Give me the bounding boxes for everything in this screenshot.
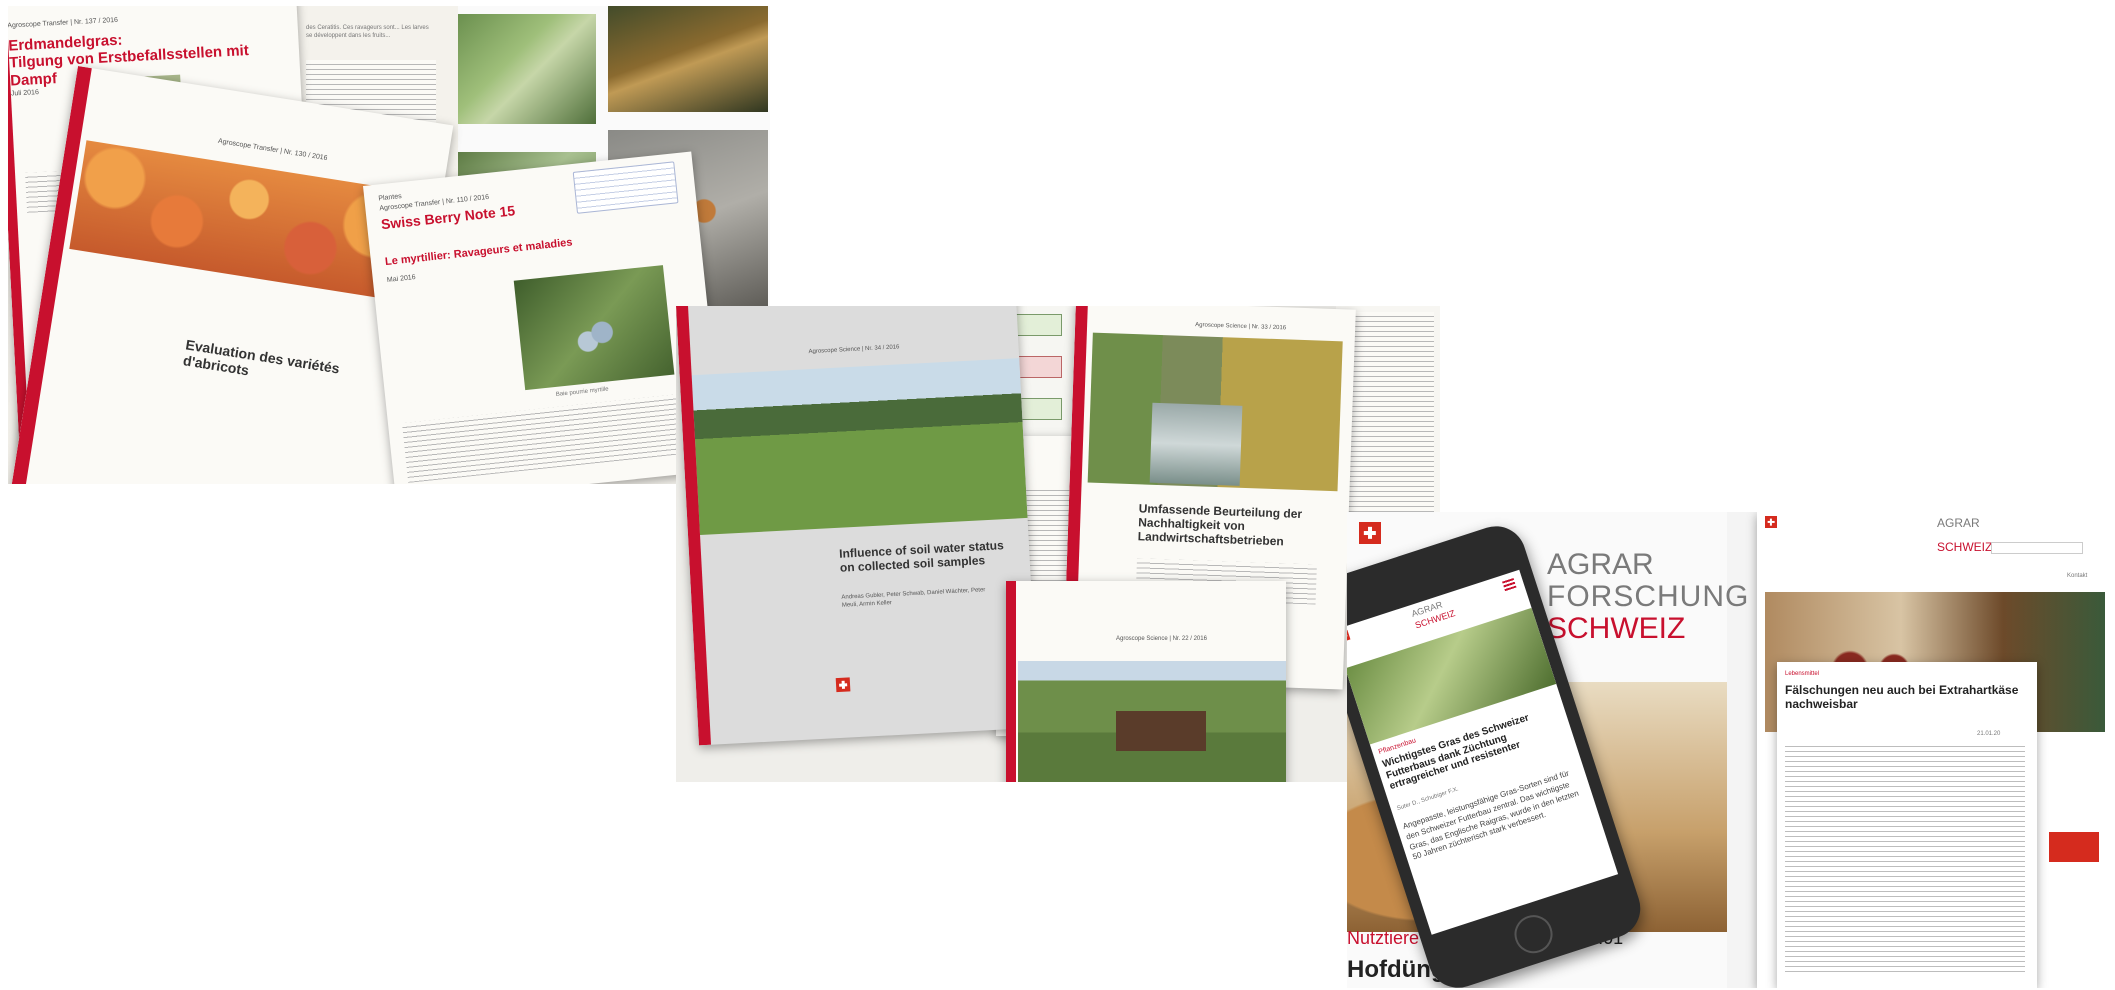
website-collage: AGRAR FORSCHUNG SCHWEIZ Nutztiere | Schl… — [1347, 512, 2109, 988]
brochure-collage-2: Agroscope Science | Nr. 33 / 2016 Umfass… — [676, 306, 1440, 782]
swiss-flag-icon — [1347, 629, 1351, 643]
article-body — [1785, 742, 2025, 972]
desktop-search-input[interactable] — [1991, 542, 2083, 554]
red-side-bar — [1006, 581, 1016, 782]
brochure-title: Umfassende Beurteilung der Nachhaltigkei… — [1137, 501, 1303, 548]
article-date: 21.01.20 — [1977, 731, 2001, 737]
brochure-subtitle: Le myrtillier: Ravageurs et maladies — [384, 236, 573, 269]
article-headline[interactable]: Fälschungen neu auch bei Extrahartkäse n… — [1785, 683, 2025, 712]
agrar-wordmark-1: AGRAR — [1547, 548, 1654, 581]
meadow-photo — [691, 358, 1028, 536]
article-category: Lebensmittel — [1785, 671, 1820, 677]
fungus-photo — [608, 6, 768, 112]
brochure-collage-1: des Ceratitis. Ces ravageurs sont... Les… — [8, 6, 770, 484]
body-text: des Ceratitis. Ces ravageurs sont... Les… — [306, 25, 429, 40]
brochure-header: Agroscope Transfer | Nr. 137 / 2016 — [8, 16, 119, 30]
brochure-header: Agroscope Science | Nr. 34 / 2016 — [808, 344, 900, 356]
brochure-authors: Andreas Gubler, Peter Schwab, Daniel Wäc… — [841, 587, 986, 609]
agrar-wordmark-3: SCHWEIZ — [1547, 612, 1686, 645]
swiss-flag-icon — [1765, 516, 1777, 528]
stream-photo — [1149, 402, 1243, 486]
berry-logo — [572, 161, 679, 214]
desktop-logo: AGRAR — [1937, 516, 1980, 530]
leaf-photo — [456, 14, 596, 124]
article-card[interactable]: Lebensmittel Fälschungen neu auch bei Ex… — [1777, 662, 2037, 988]
brochure-farm: Agroscope Science | Nr. 22 / 2016 — [1006, 581, 1286, 782]
nav-contact[interactable]: Kontakt — [2067, 572, 2087, 580]
home-button[interactable] — [1509, 910, 1558, 959]
phone-teaser: Angepasste, leistungsfähige Gras-Sorten … — [1401, 768, 1580, 862]
swiss-flag-icon — [1359, 522, 1381, 544]
desktop-article: AGRAR SCHWEIZ Kontakt Lebensmittel Fälsc… — [1757, 512, 2109, 988]
brochure-date: Juli 2016 — [10, 89, 40, 98]
brochure-soil-water: Agroscope Science | Nr. 34 / 2016 Influe… — [676, 306, 1039, 746]
brochure-date: Mai 2016 — [386, 274, 417, 284]
agrar-wordmark-2: FORSCHUNG — [1547, 580, 1750, 613]
farmhouse-roof — [1116, 711, 1206, 751]
blueberry-photo — [513, 265, 675, 391]
photo-caption: Baie pourrie myrtille — [555, 386, 609, 398]
desktop-logo-red: SCHWEIZ — [1937, 540, 1993, 554]
brochure-header: Agroscope Transfer | Nr. 130 / 2016 — [217, 137, 328, 163]
pdf-download-button[interactable] — [2049, 832, 2099, 862]
brochure-title: Influence of soil water status on collec… — [838, 538, 1005, 575]
brochure-header: Agroscope Science | Nr. 22 / 2016 — [1116, 636, 1207, 642]
menu-icon[interactable] — [1502, 577, 1517, 592]
swiss-flag-icon — [835, 677, 851, 693]
brochure-title: Evaluation des variétés d'abricots — [182, 336, 341, 379]
brochure-header: Agroscope Science | Nr. 33 / 2016 — [1195, 322, 1287, 332]
body-lines — [402, 391, 707, 483]
text-lines — [1344, 312, 1434, 542]
brochure-swiss-berry-note: Plantes Agroscope Transfer | Nr. 110 / 2… — [363, 151, 725, 484]
